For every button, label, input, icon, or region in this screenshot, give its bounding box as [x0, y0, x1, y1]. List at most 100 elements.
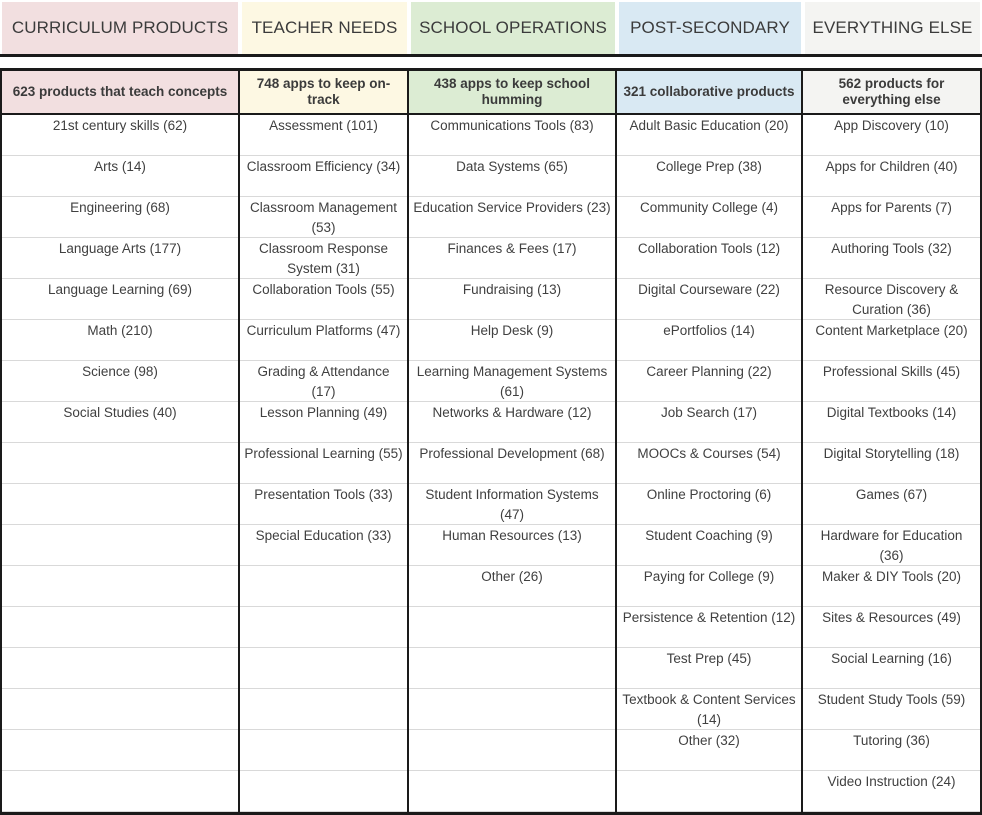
- category-cell[interactable]: MOOCs & Courses (54): [617, 443, 801, 484]
- category-cell[interactable]: Games (67): [803, 484, 980, 525]
- category-cell[interactable]: Online Proctoring (6): [617, 484, 801, 525]
- category-cell[interactable]: Arts (14): [2, 156, 238, 197]
- category-cell[interactable]: Career Planning (22): [617, 361, 801, 402]
- category-cell[interactable]: Curriculum Platforms (47): [240, 320, 407, 361]
- category-cell[interactable]: Data Systems (65): [409, 156, 615, 197]
- category-cell[interactable]: Tutoring (36): [803, 730, 980, 771]
- category-cell[interactable]: Student Study Tools (59): [803, 689, 980, 730]
- category-cell[interactable]: Math (210): [2, 320, 238, 361]
- tab-curriculum-products[interactable]: CURRICULUM PRODUCTS: [0, 2, 240, 54]
- category-cell[interactable]: Sites & Resources (49): [803, 607, 980, 648]
- category-cell[interactable]: Classroom Management (53): [240, 197, 407, 238]
- category-cell[interactable]: App Discovery (10): [803, 115, 980, 156]
- category-cell[interactable]: 21st century skills (62): [2, 115, 238, 156]
- category-cell-empty: [240, 566, 407, 607]
- category-cell[interactable]: Professional Development (68): [409, 443, 615, 484]
- category-cell[interactable]: Resource Discovery & Curation (36): [803, 279, 980, 320]
- category-cell[interactable]: Maker & DIY Tools (20): [803, 566, 980, 607]
- category-cell[interactable]: Presentation Tools (33): [240, 484, 407, 525]
- category-cell[interactable]: Education Service Providers (23): [409, 197, 615, 238]
- category-cell[interactable]: Help Desk (9): [409, 320, 615, 361]
- category-cell-empty: [240, 771, 407, 812]
- category-cell[interactable]: Paying for College (9): [617, 566, 801, 607]
- category-cell[interactable]: Collaboration Tools (12): [617, 238, 801, 279]
- column-header-school-operations: 438 apps to keep school humming: [409, 71, 615, 115]
- category-cell[interactable]: Fundraising (13): [409, 279, 615, 320]
- category-cell[interactable]: Digital Textbooks (14): [803, 402, 980, 443]
- category-cell-empty: [240, 607, 407, 648]
- column-teacher-needs: 748 apps to keep on-track Assessment (10…: [240, 71, 409, 812]
- category-cell[interactable]: Textbook & Content Services (14): [617, 689, 801, 730]
- category-cell-empty: [409, 730, 615, 771]
- tab-school-operations[interactable]: SCHOOL OPERATIONS: [409, 2, 617, 54]
- category-cell[interactable]: Authoring Tools (32): [803, 238, 980, 279]
- category-cell[interactable]: Grading & Attendance (17): [240, 361, 407, 402]
- category-cell[interactable]: Human Resources (13): [409, 525, 615, 566]
- category-cell[interactable]: Language Arts (177): [2, 238, 238, 279]
- category-cell[interactable]: Digital Courseware (22): [617, 279, 801, 320]
- category-cell[interactable]: Student Information Systems (47): [409, 484, 615, 525]
- category-cell[interactable]: Other (32): [617, 730, 801, 771]
- category-cell[interactable]: Science (98): [2, 361, 238, 402]
- category-cell[interactable]: Classroom Efficiency (34): [240, 156, 407, 197]
- category-columns: 623 products that teach concepts 21st ce…: [0, 71, 982, 815]
- category-cell[interactable]: Hardware for Education (36): [803, 525, 980, 566]
- category-cell-empty: [409, 771, 615, 812]
- category-cell[interactable]: Collaboration Tools (55): [240, 279, 407, 320]
- category-cell-empty: [409, 648, 615, 689]
- category-cell-empty: [2, 771, 238, 812]
- column-header-post-secondary: 321 collaborative products: [617, 71, 801, 115]
- column-post-secondary: 321 collaborative products Adult Basic E…: [617, 71, 803, 812]
- category-cell[interactable]: Adult Basic Education (20): [617, 115, 801, 156]
- category-cell-empty: [2, 689, 238, 730]
- category-cell[interactable]: Finances & Fees (17): [409, 238, 615, 279]
- category-cell[interactable]: Test Prep (45): [617, 648, 801, 689]
- category-cell-empty: [409, 689, 615, 730]
- category-cell[interactable]: Engineering (68): [2, 197, 238, 238]
- category-cell[interactable]: Professional Learning (55): [240, 443, 407, 484]
- category-cell-empty: [240, 730, 407, 771]
- category-cell[interactable]: Lesson Planning (49): [240, 402, 407, 443]
- tab-post-secondary[interactable]: POST-SECONDARY: [617, 2, 803, 54]
- category-cell[interactable]: Assessment (101): [240, 115, 407, 156]
- category-cell[interactable]: Video Instruction (24): [803, 771, 980, 812]
- category-cell-empty: [2, 730, 238, 771]
- category-cell[interactable]: Persistence & Retention (12): [617, 607, 801, 648]
- column-header-curriculum-products: 623 products that teach concepts: [2, 71, 238, 115]
- tab-everything-else[interactable]: EVERYTHING ELSE: [803, 2, 982, 54]
- category-cell-empty: [2, 566, 238, 607]
- category-cell[interactable]: Social Learning (16): [803, 648, 980, 689]
- category-cell[interactable]: Student Coaching (9): [617, 525, 801, 566]
- category-cell[interactable]: Communications Tools (83): [409, 115, 615, 156]
- category-cell[interactable]: ePortfolios (14): [617, 320, 801, 361]
- category-cell[interactable]: Apps for Children (40): [803, 156, 980, 197]
- category-cell[interactable]: Networks & Hardware (12): [409, 402, 615, 443]
- category-cell[interactable]: Digital Storytelling (18): [803, 443, 980, 484]
- category-cell[interactable]: Professional Skills (45): [803, 361, 980, 402]
- category-cell-empty: [409, 607, 615, 648]
- category-cell[interactable]: College Prep (38): [617, 156, 801, 197]
- category-cell[interactable]: Other (26): [409, 566, 615, 607]
- column-cells-school-operations: Communications Tools (83) Data Systems (6…: [409, 115, 615, 812]
- category-cell[interactable]: Special Education (33): [240, 525, 407, 566]
- category-cell[interactable]: Apps for Parents (7): [803, 197, 980, 238]
- category-cell[interactable]: Language Learning (69): [2, 279, 238, 320]
- category-cell[interactable]: Job Search (17): [617, 402, 801, 443]
- category-cell-empty: [240, 689, 407, 730]
- column-curriculum-products: 623 products that teach concepts 21st ce…: [0, 71, 240, 812]
- category-cell-empty: [2, 607, 238, 648]
- category-cell[interactable]: Social Studies (40): [2, 402, 238, 443]
- category-cell[interactable]: Learning Management Systems (61): [409, 361, 615, 402]
- column-header-everything-else: 562 products for everything else: [803, 71, 980, 115]
- category-cell-empty: [2, 525, 238, 566]
- category-cell[interactable]: Community College (4): [617, 197, 801, 238]
- column-cells-post-secondary: Adult Basic Education (20) College Prep (…: [617, 115, 801, 812]
- column-everything-else: 562 products for everything else App Dis…: [803, 71, 982, 812]
- column-header-teacher-needs: 748 apps to keep on-track: [240, 71, 407, 115]
- category-cell-empty: [617, 771, 801, 812]
- category-cell[interactable]: Classroom Response System (31): [240, 238, 407, 279]
- category-tab-row: CURRICULUM PRODUCTS TEACHER NEEDS SCHOOL…: [0, 0, 982, 57]
- column-cells-everything-else: App Discovery (10) Apps for Children (40)…: [803, 115, 980, 812]
- category-cell[interactable]: Content Marketplace (20): [803, 320, 980, 361]
- tab-teacher-needs[interactable]: TEACHER NEEDS: [240, 2, 409, 54]
